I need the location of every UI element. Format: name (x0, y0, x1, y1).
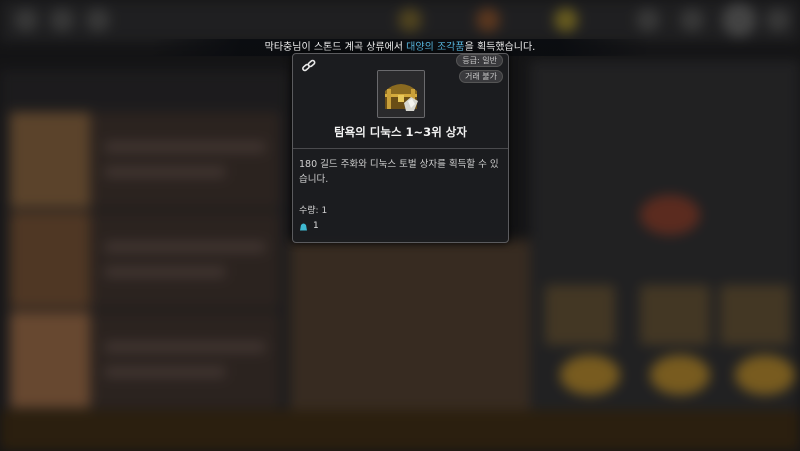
chain-link-icon[interactable] (301, 58, 317, 72)
bag-icon (300, 223, 307, 230)
treasure-chest-icon (378, 71, 424, 117)
item-description: 180 길드 주화와 디눅스 토벌 상자를 획득할 수 있습니다. (299, 159, 499, 185)
notification-item-name: 대양의 조각품 (406, 42, 465, 53)
owned-count: 1 (299, 220, 319, 232)
item-tooltip: 등급: 일반 거래 불가 탐욕의 디눅스 1~3위 상자 180 길드 주화와 … (292, 53, 509, 243)
divider (293, 148, 508, 149)
grade-badge: 등급: 일반 (456, 54, 503, 67)
notification-suffix: 을 획득했습니다. (464, 42, 536, 53)
quantity-label: 수량: 1 (299, 206, 328, 216)
item-name: 탐욕의 디눅스 1~3위 상자 (334, 125, 467, 139)
notification-prefix: 막타충님이 스톤드 계곡 상류에서 (264, 42, 407, 53)
trade-restriction-badge: 거래 불가 (459, 70, 503, 83)
item-icon-frame (377, 70, 425, 118)
owned-count-value: 1 (313, 221, 319, 231)
